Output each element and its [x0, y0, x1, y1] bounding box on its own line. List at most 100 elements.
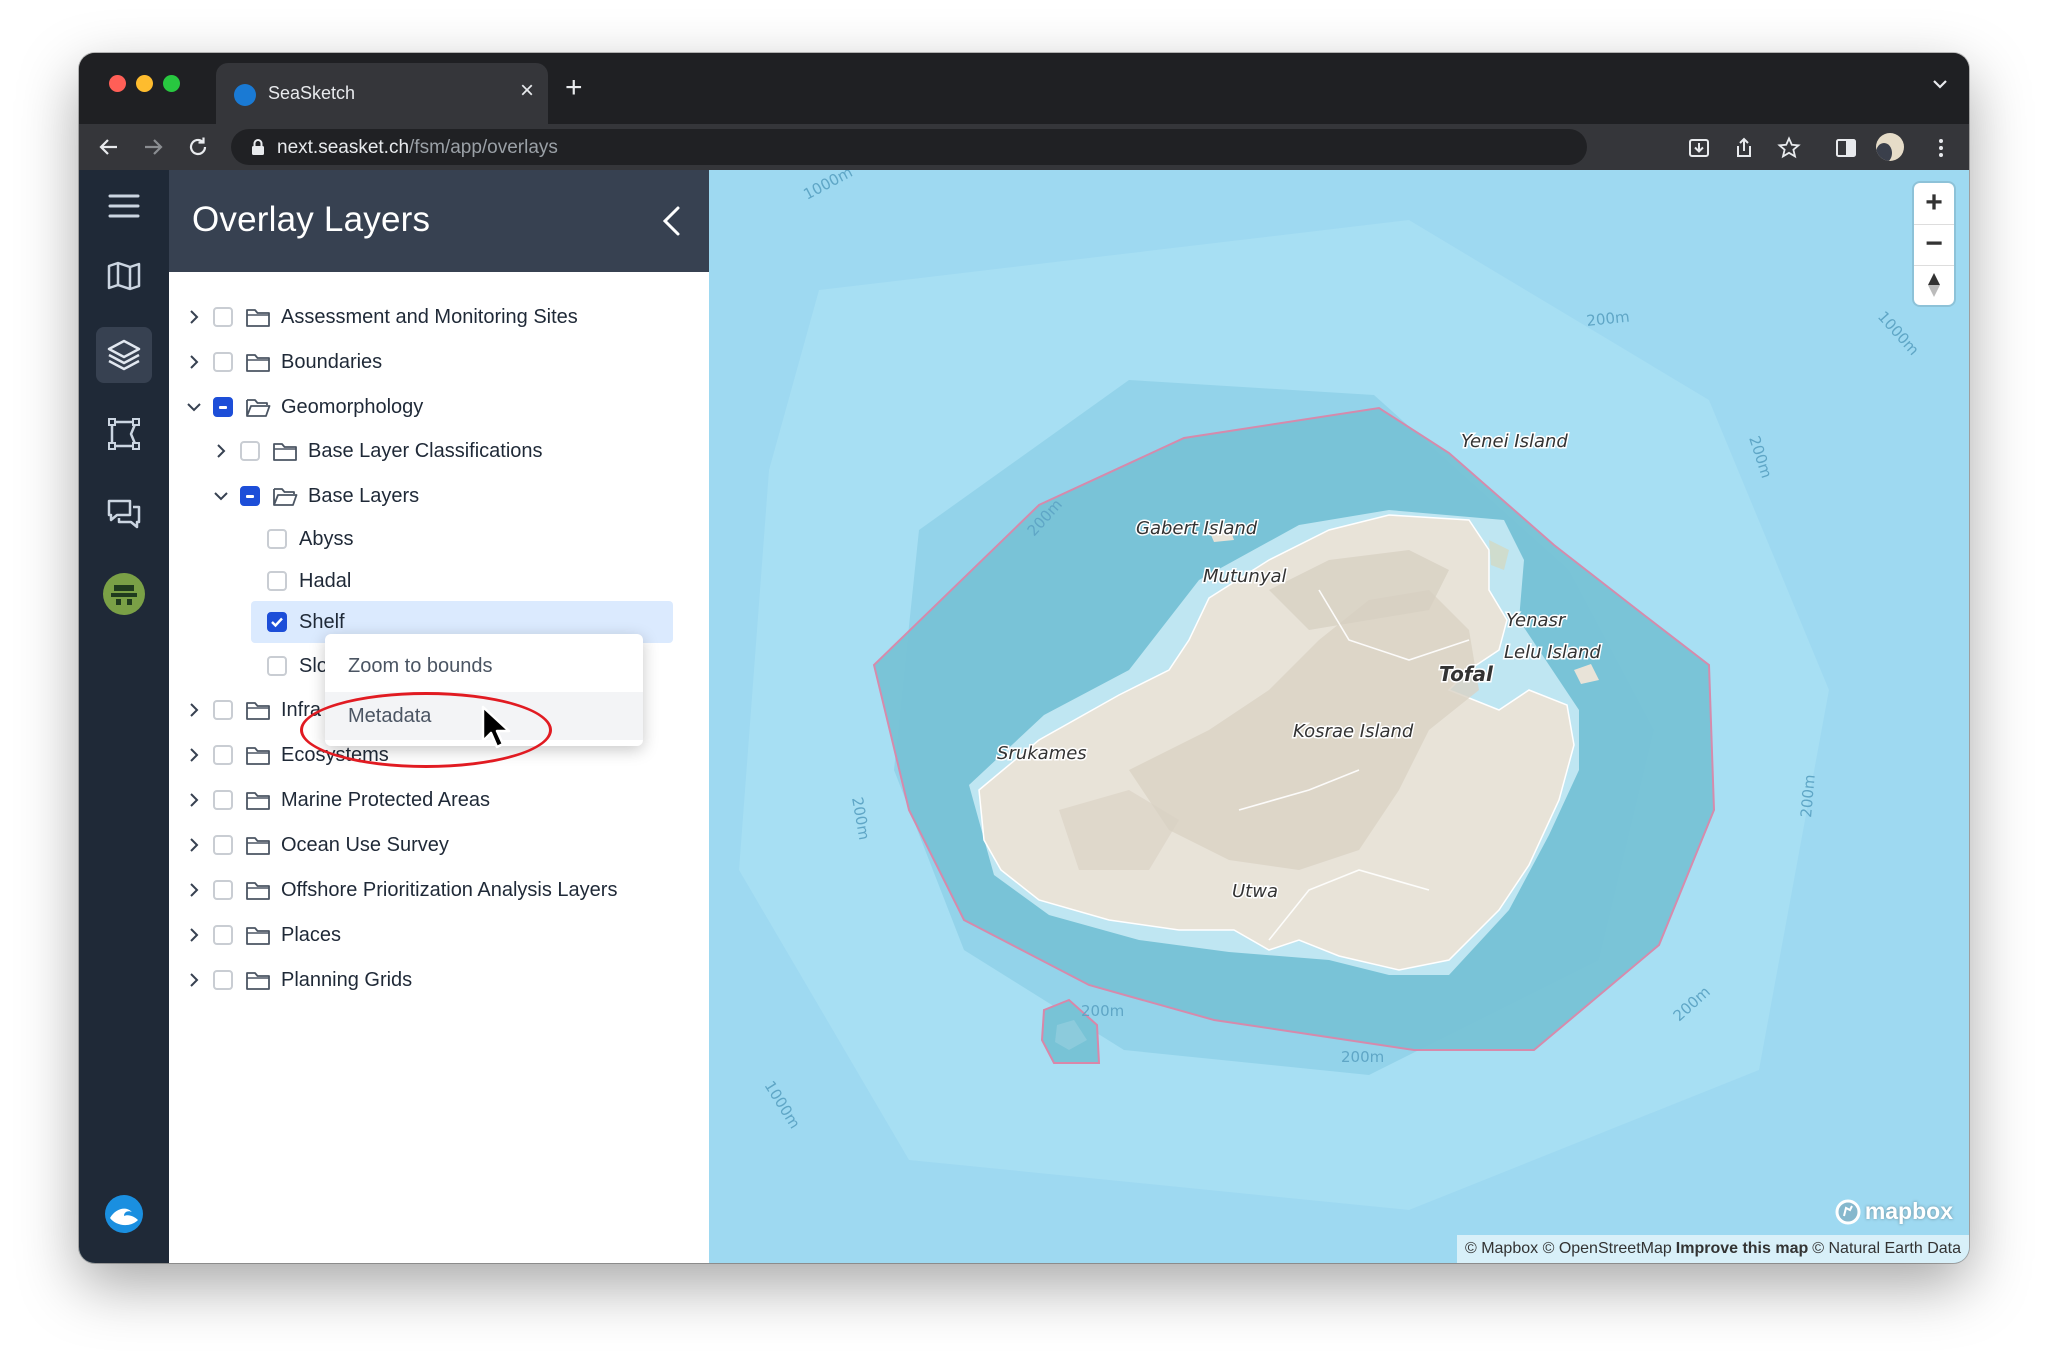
- discussion-button[interactable]: [96, 486, 152, 542]
- mapbox-logo[interactable]: mapbox: [1835, 1198, 1953, 1225]
- zoom-to-bounds-menu-item[interactable]: Zoom to bounds: [325, 642, 643, 690]
- folder-icon: [246, 309, 270, 327]
- tree-item-marine-protected-areas[interactable]: Marine Protected Areas: [185, 780, 490, 820]
- tree-item-label: Abyss: [299, 527, 354, 550]
- lock-icon: [252, 139, 264, 155]
- chat-bubbles-icon: [107, 499, 141, 529]
- back-icon[interactable]: [97, 135, 121, 159]
- tree-item-base-layers[interactable]: Base Layers: [212, 476, 419, 516]
- folder-icon: [246, 882, 270, 900]
- tree-item-offshore-prioritization[interactable]: Offshore Prioritization Analysis Layers: [185, 870, 617, 910]
- layer-checkbox[interactable]: [213, 352, 233, 372]
- main-menu-button[interactable]: [96, 178, 152, 234]
- tree-item-boundaries[interactable]: Boundaries: [185, 342, 382, 382]
- map-label-kosrae-island: Kosrae Island: [1293, 721, 1414, 742]
- layer-checkbox[interactable]: [213, 700, 233, 720]
- tree-item-abyss[interactable]: Abyss: [267, 519, 353, 559]
- tree-item-label: Shelf: [299, 610, 345, 633]
- address-bar[interactable]: next.seasket.ch/fsm/app/overlays: [231, 129, 1587, 165]
- layer-checkbox[interactable]: [240, 441, 260, 461]
- tree-item-planning-grids[interactable]: Planning Grids: [185, 960, 412, 1000]
- install-app-icon[interactable]: [1687, 136, 1711, 160]
- tree-item-label: Places: [281, 923, 342, 946]
- bookmark-star-icon[interactable]: [1777, 136, 1801, 160]
- layer-checkbox[interactable]: [267, 656, 287, 676]
- tab-search-chevron-icon[interactable]: [1931, 75, 1949, 93]
- layer-checkbox[interactable]: [213, 835, 233, 855]
- chevron-right-icon[interactable]: [185, 308, 203, 326]
- folder-icon: [246, 792, 270, 810]
- tree-item-label: Slo: [299, 654, 328, 677]
- layer-checkbox[interactable]: [213, 970, 233, 990]
- map-label-yenei-island: Yenei Island: [1461, 431, 1568, 452]
- side-panel-icon[interactable]: [1834, 136, 1858, 160]
- share-icon[interactable]: [1732, 136, 1756, 160]
- map-label-yenasr: Yenasr: [1506, 610, 1567, 631]
- close-window-button[interactable]: [109, 75, 126, 92]
- tree-item-label: Base Layers: [308, 484, 420, 507]
- chevron-right-icon[interactable]: [185, 353, 203, 371]
- map-canvas[interactable]: 1000m 200m 1000m 200m 200m 200m 200m 200…: [709, 170, 1969, 1263]
- new-tab-icon[interactable]: +: [565, 73, 583, 103]
- forward-icon[interactable]: [141, 135, 165, 159]
- chevron-down-icon[interactable]: [212, 487, 230, 505]
- chevron-right-icon[interactable]: [185, 881, 203, 899]
- sketch-shape-icon: [108, 418, 140, 450]
- contour-label-200m: 200m: [1081, 1002, 1124, 1020]
- layer-checkbox-indeterminate[interactable]: [213, 397, 233, 417]
- tree-item-base-layer-classifications[interactable]: Base Layer Classifications: [212, 431, 543, 471]
- chevron-right-icon[interactable]: [185, 971, 203, 989]
- chevron-right-icon[interactable]: [212, 442, 230, 460]
- tree-item-label: Marine Protected Areas: [281, 788, 490, 811]
- project-logo-icon: [103, 573, 145, 615]
- browser-tab[interactable]: SeaSketch ×: [216, 63, 548, 124]
- mapbox-logo-text: mapbox: [1864, 1198, 1953, 1224]
- layer-checkbox[interactable]: [213, 880, 233, 900]
- profile-avatar[interactable]: [1876, 133, 1904, 161]
- chevron-down-icon[interactable]: [185, 398, 203, 416]
- zoom-in-button[interactable]: +: [1914, 183, 1954, 223]
- close-tab-icon[interactable]: ×: [520, 79, 534, 103]
- layer-checkbox[interactable]: [213, 307, 233, 327]
- improve-map-link[interactable]: Improve this map: [1676, 1240, 1808, 1258]
- layer-checkbox-indeterminate[interactable]: [240, 486, 260, 506]
- reset-bearing-button[interactable]: [1914, 265, 1954, 305]
- maximize-window-button[interactable]: [163, 75, 180, 92]
- tree-item-places[interactable]: Places: [185, 915, 341, 955]
- collapse-panel-chevron-left-icon[interactable]: [657, 202, 687, 240]
- chevron-right-icon[interactable]: [185, 746, 203, 764]
- seasketch-home-button[interactable]: [96, 1186, 152, 1242]
- chevron-right-icon[interactable]: [185, 701, 203, 719]
- minimize-window-button[interactable]: [136, 75, 153, 92]
- tree-item-hadal[interactable]: Hadal: [267, 561, 351, 601]
- layer-checkbox[interactable]: [213, 790, 233, 810]
- tree-item-label: Geomorphology: [281, 395, 424, 418]
- chevron-right-icon[interactable]: [185, 926, 203, 944]
- hamburger-icon: [108, 194, 140, 218]
- attribution-natural-earth-link[interactable]: © Natural Earth Data: [1812, 1240, 1961, 1258]
- url-text: next.seasket.ch/fsm/app/overlays: [277, 137, 558, 159]
- attribution-mapbox-link[interactable]: © Mapbox: [1465, 1240, 1538, 1258]
- browser-toolbar: next.seasket.ch/fsm/app/overlays: [79, 124, 1969, 170]
- project-logo-button[interactable]: [96, 566, 152, 622]
- overlay-layers-button[interactable]: [96, 327, 152, 383]
- tree-item-assessment[interactable]: Assessment and Monitoring Sites: [185, 297, 578, 337]
- reload-icon[interactable]: [186, 135, 210, 159]
- chevron-right-icon[interactable]: [185, 791, 203, 809]
- folder-open-icon: [246, 399, 271, 417]
- tree-item-label: Planning Grids: [281, 968, 413, 991]
- tree-item-slope[interactable]: Slo: [267, 646, 328, 686]
- tree-item-ocean-use-survey[interactable]: Ocean Use Survey: [185, 825, 449, 865]
- sketching-button[interactable]: [96, 406, 152, 462]
- attribution-osm-link[interactable]: © OpenStreetMap: [1543, 1240, 1672, 1258]
- browser-menu-icon[interactable]: [1929, 136, 1953, 160]
- layer-checkbox[interactable]: [213, 745, 233, 765]
- layer-checkbox[interactable]: [213, 925, 233, 945]
- zoom-out-button[interactable]: −: [1914, 224, 1954, 264]
- layer-checkbox[interactable]: [267, 529, 287, 549]
- maps-button[interactable]: [96, 248, 152, 304]
- layer-checkbox[interactable]: [267, 571, 287, 591]
- layer-checkbox-checked[interactable]: [267, 612, 287, 632]
- chevron-right-icon[interactable]: [185, 836, 203, 854]
- tree-item-geomorphology[interactable]: Geomorphology: [185, 387, 423, 427]
